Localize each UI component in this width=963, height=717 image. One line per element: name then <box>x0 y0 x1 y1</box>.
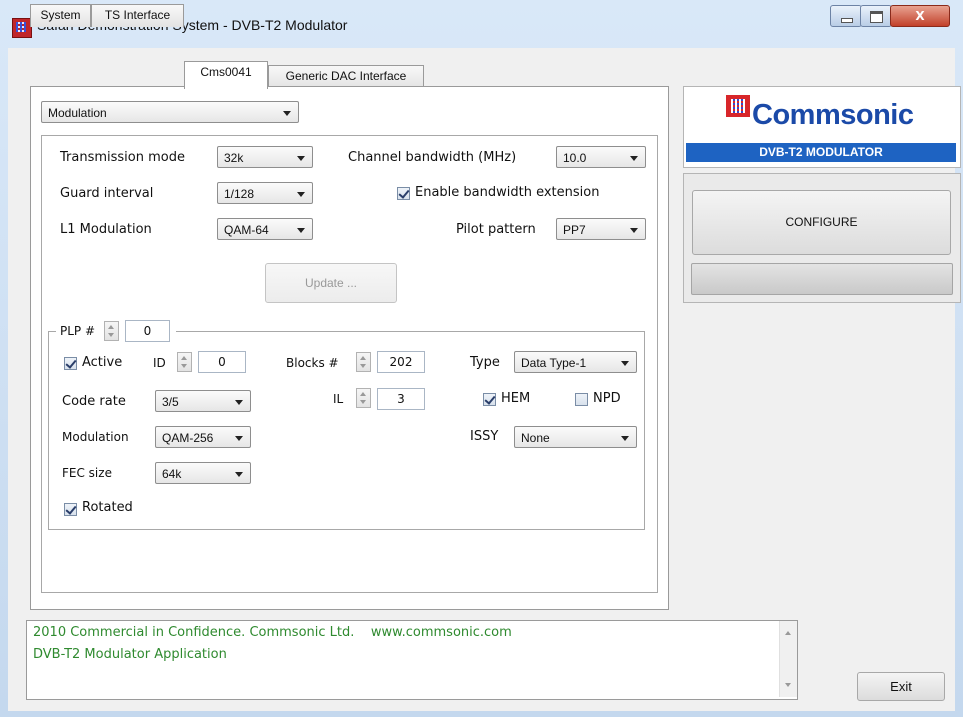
logo-subtitle: DVB-T2 MODULATOR <box>686 143 956 162</box>
id-label: ID <box>153 356 166 370</box>
pilot-pattern-value: PP7 <box>563 223 586 237</box>
channel-bandwidth-select[interactable]: 10.0 <box>556 146 646 168</box>
channel-bandwidth-label: Channel bandwidth (MHz) <box>348 150 517 165</box>
transmission-mode-select[interactable]: 32k <box>217 146 313 168</box>
view-select[interactable]: Modulation <box>41 101 299 123</box>
chevron-down-icon <box>283 111 291 116</box>
guard-interval-select[interactable]: 1/128 <box>217 182 313 204</box>
active-checkbox[interactable] <box>64 357 77 370</box>
guard-interval-value: 1/128 <box>224 187 255 201</box>
code-rate-label: Code rate <box>62 394 126 409</box>
tab-cms0041[interactable]: Cms0041 <box>184 61 268 89</box>
guard-interval-label: Guard interval <box>60 186 154 201</box>
pilot-pattern-label: Pilot pattern <box>456 222 536 237</box>
code-rate-value: 3/5 <box>162 395 179 409</box>
rotated-label: Rotated <box>82 500 133 515</box>
blocks-field[interactable]: 202 <box>377 351 425 373</box>
commsonic-logo-icon <box>726 95 750 117</box>
l1-modulation-select[interactable]: QAM-64 <box>217 218 313 240</box>
fec-size-select[interactable]: 64k <box>155 462 251 484</box>
main-window: Safari Demonstration System - DVB-T2 Mod… <box>0 0 963 717</box>
npd-label: NPD <box>593 391 621 406</box>
transmission-mode-label: Transmission mode <box>60 150 185 165</box>
id-field[interactable]: 0 <box>198 351 246 373</box>
l1-modulation-label: L1 Modulation <box>60 222 152 237</box>
tab-system[interactable]: System <box>30 4 91 27</box>
chevron-down-icon <box>297 192 305 197</box>
hem-label: HEM <box>501 391 531 406</box>
exit-button[interactable]: Exit <box>857 672 945 701</box>
l1-modulation-value: QAM-64 <box>224 223 269 237</box>
chevron-down-icon <box>235 400 243 405</box>
issy-value: None <box>521 431 550 445</box>
close-button[interactable]: X <box>890 5 950 27</box>
log-scrollbar[interactable] <box>779 621 797 697</box>
plp-index-field[interactable]: 0 <box>125 320 170 342</box>
blocks-spinner[interactable] <box>356 352 371 372</box>
commsonic-logo: Commsonic DVB-T2 MODULATOR <box>683 86 961 168</box>
fec-size-label: FEC size <box>62 466 112 480</box>
id-spinner[interactable] <box>177 352 192 372</box>
issy-label: ISSY <box>470 429 499 444</box>
chevron-down-icon <box>235 472 243 477</box>
tab-ts-interface[interactable]: TS Interface <box>91 4 184 27</box>
modulation-select[interactable]: QAM-256 <box>155 426 251 448</box>
blocks-label: Blocks # <box>286 356 339 370</box>
log-line: DVB-T2 Modulator Application <box>33 647 227 662</box>
maximize-button[interactable] <box>860 5 892 27</box>
tab-generic-dac-interface[interactable]: Generic DAC Interface <box>268 65 424 88</box>
active-label: Active <box>82 355 123 370</box>
minimize-icon <box>841 18 853 23</box>
modulation-label: Modulation <box>62 430 129 444</box>
chevron-down-icon <box>235 436 243 441</box>
enable-bandwidth-extension-checkbox[interactable] <box>397 187 410 200</box>
il-field[interactable]: 3 <box>377 388 425 410</box>
chevron-down-icon <box>630 156 638 161</box>
update-button[interactable]: Update ... <box>265 263 397 303</box>
log-line: 2010 Commercial in Confidence. Commsonic… <box>33 625 512 640</box>
logo-name: Commsonic <box>752 99 914 131</box>
code-rate-select[interactable]: 3/5 <box>155 390 251 412</box>
view-select-value: Modulation <box>48 106 107 120</box>
pilot-pattern-select[interactable]: PP7 <box>556 218 646 240</box>
il-spinner[interactable] <box>356 388 371 408</box>
rotated-checkbox[interactable] <box>64 503 77 516</box>
type-label: Type <box>470 355 500 370</box>
scroll-down-icon[interactable] <box>785 683 791 687</box>
plp-label: PLP # <box>60 324 96 338</box>
type-select[interactable]: Data Type-1 <box>514 351 637 373</box>
il-label: IL <box>333 392 344 406</box>
hem-checkbox[interactable] <box>483 393 496 406</box>
minimize-button[interactable] <box>830 5 862 27</box>
app-icon <box>12 18 32 38</box>
chevron-down-icon <box>630 228 638 233</box>
npd-checkbox[interactable] <box>575 393 588 406</box>
channel-bandwidth-value: 10.0 <box>563 151 587 165</box>
chevron-down-icon <box>297 156 305 161</box>
fec-size-value: 64k <box>162 467 182 481</box>
chevron-down-icon <box>297 228 305 233</box>
configure-progress-bar <box>691 263 953 295</box>
enable-bandwidth-extension-label: Enable bandwidth extension <box>415 185 600 200</box>
modulation-value: QAM-256 <box>162 431 214 445</box>
chevron-down-icon <box>621 436 629 441</box>
chevron-down-icon <box>621 361 629 366</box>
type-value: Data Type-1 <box>521 356 587 370</box>
scroll-up-icon[interactable] <box>785 631 791 635</box>
message-log[interactable]: 2010 Commercial in Confidence. Commsonic… <box>26 620 798 700</box>
configure-button[interactable]: CONFIGURE <box>692 190 951 255</box>
plp-spinner[interactable] <box>104 321 119 341</box>
transmission-mode-value: 32k <box>224 151 244 165</box>
issy-select[interactable]: None <box>514 426 637 448</box>
maximize-icon <box>870 11 883 23</box>
